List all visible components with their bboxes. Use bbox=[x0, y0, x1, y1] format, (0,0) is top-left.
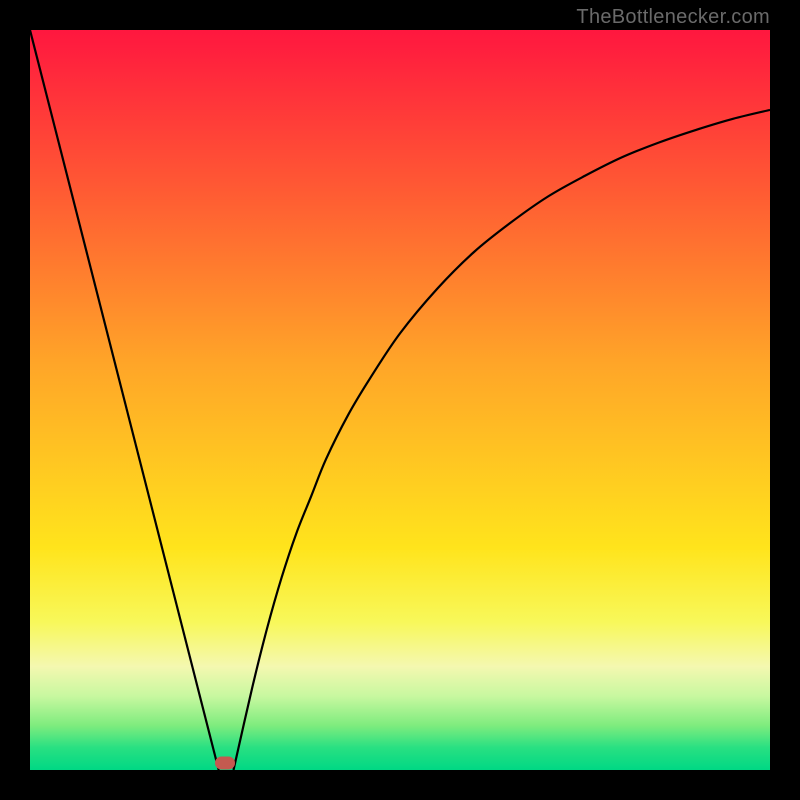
left-line-path bbox=[30, 30, 219, 770]
right-curve-path bbox=[234, 110, 771, 770]
minimum-marker bbox=[215, 757, 235, 770]
chart-frame: TheBottlenecker.com bbox=[0, 0, 800, 800]
attribution-text: TheBottlenecker.com bbox=[576, 6, 770, 29]
plot-area bbox=[30, 30, 770, 770]
curve-layer bbox=[30, 30, 770, 770]
